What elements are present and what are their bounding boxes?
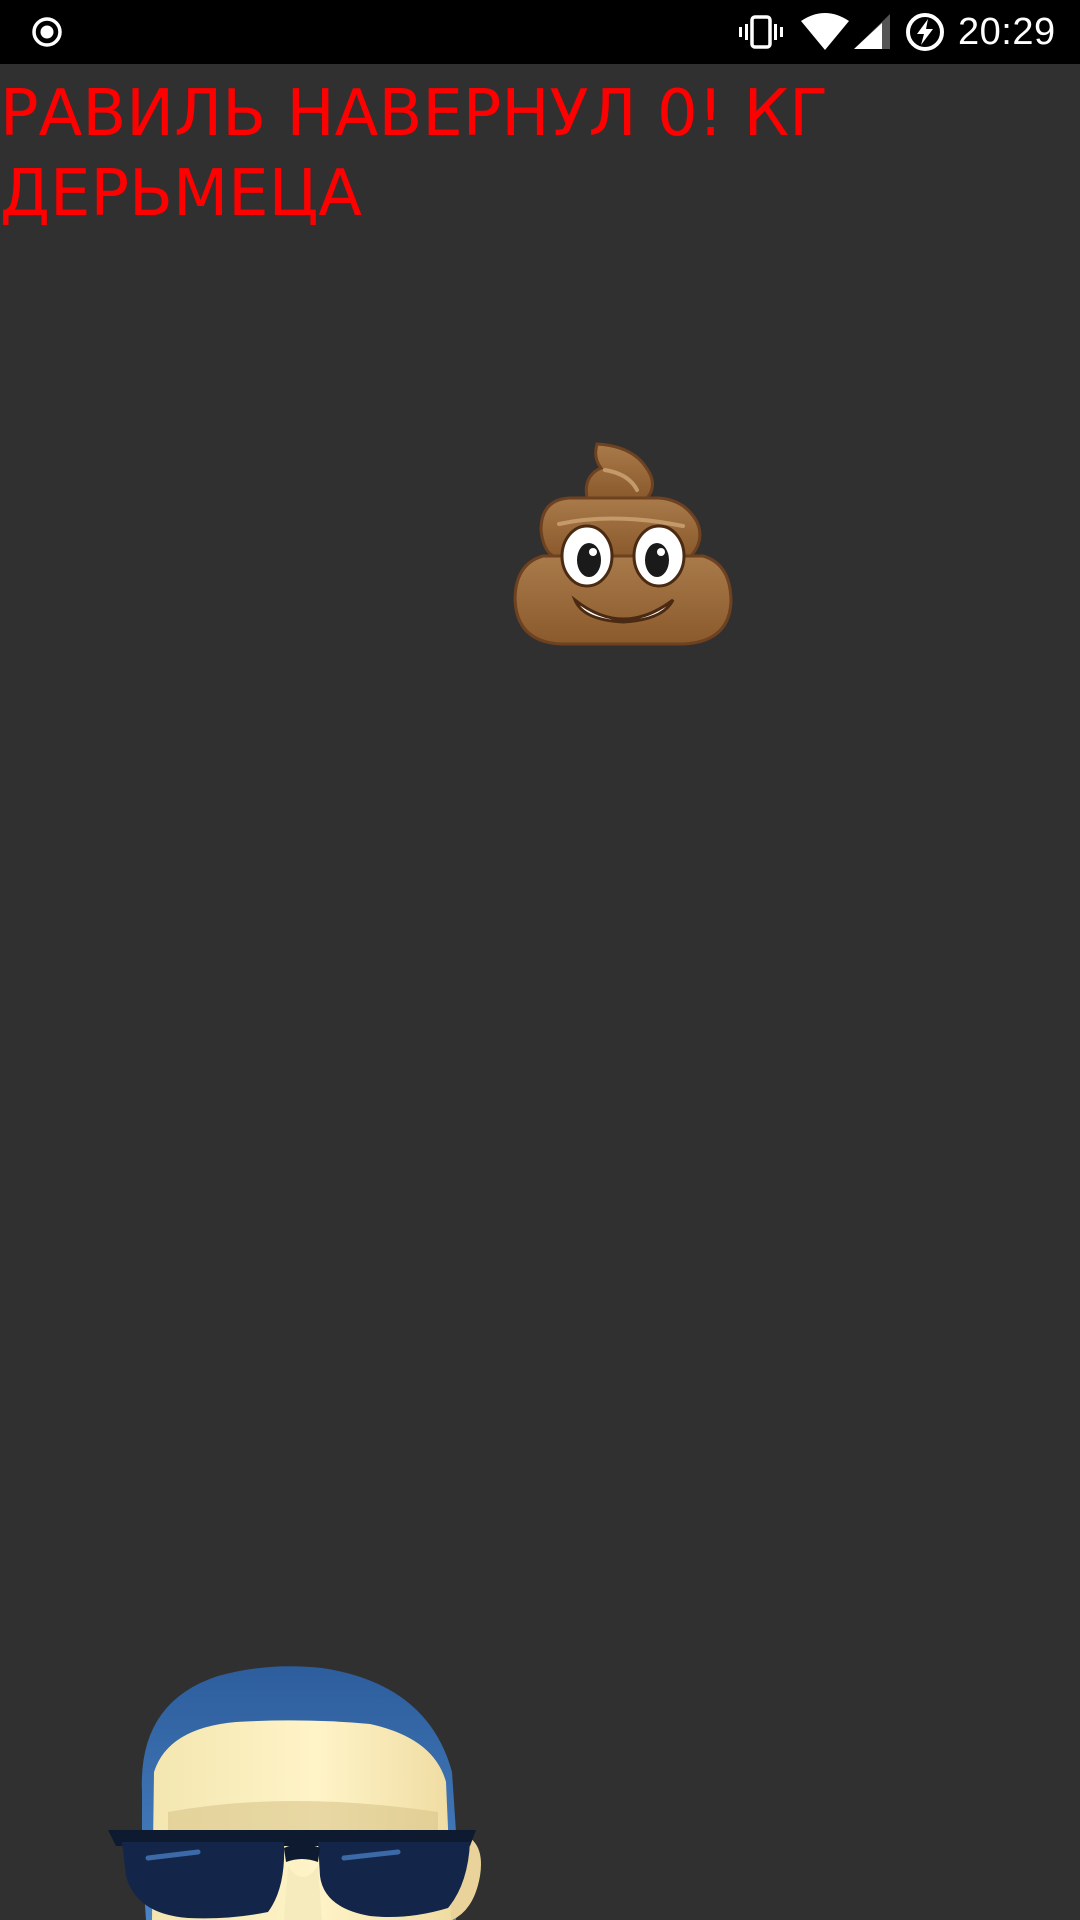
cell-signal-icon — [852, 0, 894, 64]
player-avatar[interactable] — [108, 1662, 502, 1920]
game-screen[interactable]: 20:29 РАВИЛЬ НАВЕРНУЛ 0! КГ ДЕРЬМЕЦА — [0, 0, 1080, 1920]
score-banner: РАВИЛЬ НАВЕРНУЛ 0! КГ ДЕРЬМЕЦА — [0, 74, 860, 234]
vibrate-icon — [738, 0, 784, 64]
record-icon — [30, 0, 68, 64]
poop-icon — [513, 442, 733, 646]
battery-charging-icon — [904, 0, 948, 64]
status-bar-clock: 20:29 — [958, 11, 1056, 53]
wifi-icon — [800, 0, 852, 64]
status-bar: 20:29 — [0, 0, 1080, 64]
score-prefix: РАВИЛЬ НАВЕРНУЛ — [0, 77, 637, 151]
score-value: 0! — [656, 77, 724, 151]
